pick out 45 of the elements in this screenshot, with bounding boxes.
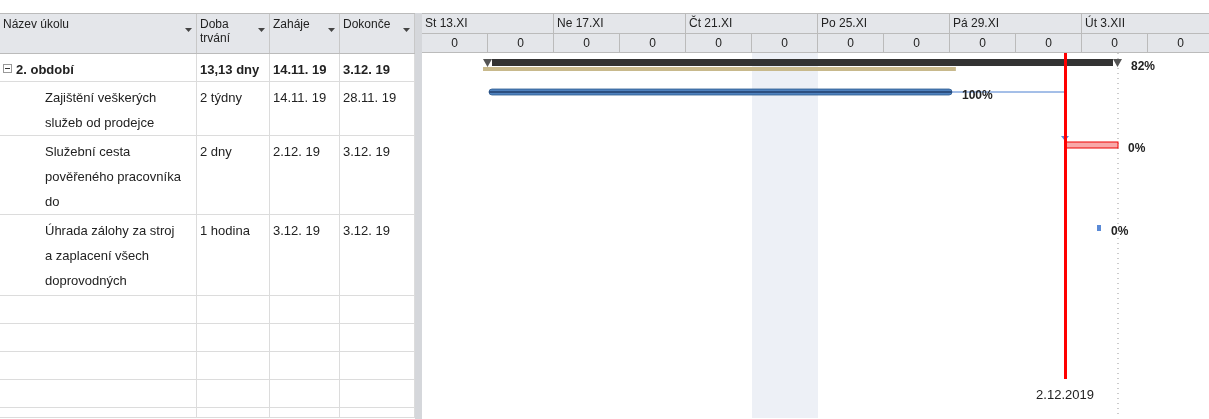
timescale-unit: 0	[686, 34, 752, 52]
duration-cell: 13,13 dny	[200, 62, 260, 77]
dropdown-arrow-icon[interactable]	[258, 28, 265, 32]
status-date-label: 2.12.2019	[1036, 387, 1094, 402]
dropdown-arrow-icon[interactable]	[328, 28, 335, 32]
timescale-unit: 0	[752, 34, 818, 52]
timescale-unit: 0	[620, 34, 686, 52]
task-bar[interactable]	[488, 88, 953, 96]
timescale-unit: 0	[554, 34, 620, 52]
start-date-cell: 14.11. 19	[273, 62, 327, 77]
timescale-unit: 0	[884, 34, 950, 52]
task-name: Úhrada zálohy za stroj a zaplacení všech doprovodných	[45, 223, 175, 288]
percent-complete-label: 82%	[1131, 59, 1156, 73]
timescale-unit: 0	[1148, 34, 1209, 52]
percent-complete-label: 0%	[1128, 141, 1146, 155]
finish-date-cell: 3.12. 19	[343, 144, 390, 159]
task-name: 2. období	[16, 62, 74, 77]
duration-cell: 2 týdny	[200, 90, 242, 105]
collapse-toggle-icon[interactable]	[3, 64, 12, 73]
task-name: Služební cesta pověřeného pracovníka do	[45, 144, 181, 209]
finish-date-cell: 3.12. 19	[343, 62, 390, 77]
dropdown-arrow-icon[interactable]	[403, 28, 410, 32]
dropdown-arrow-icon[interactable]	[185, 28, 192, 32]
timescale-unit: 0	[818, 34, 884, 52]
column-header[interactable]: Doba trvání	[197, 14, 270, 53]
start-date-cell: 2.12. 19	[273, 144, 320, 159]
duration-cell: 2 dny	[200, 144, 232, 159]
timescale-unit: 0	[1016, 34, 1082, 52]
summary-bar[interactable]	[483, 59, 1113, 71]
start-date-cell: 14.11. 19	[273, 90, 327, 105]
task-name: Zajištění veškerých služeb od prodejce	[45, 90, 157, 130]
bar-end-marker	[483, 59, 492, 67]
start-date-cell: 3.12. 19	[273, 223, 320, 238]
timescale-unit: 0	[422, 34, 488, 52]
finish-date-cell: 3.12. 19	[343, 223, 390, 238]
column-header[interactable]: Zaháje	[270, 14, 340, 53]
column-header[interactable]: Název úkolu	[0, 14, 197, 53]
timescale-unit: 0	[950, 34, 1016, 52]
percent-complete-label: 100%	[962, 88, 993, 102]
percent-complete-label: 0%	[1111, 224, 1129, 238]
timescale-unit: 0	[488, 34, 554, 52]
duration-cell: 1 hodina	[200, 223, 250, 238]
finish-date-cell: 28.11. 19	[343, 90, 397, 105]
timescale-unit: 0	[1082, 34, 1148, 52]
bar-end-marker	[1113, 59, 1122, 67]
